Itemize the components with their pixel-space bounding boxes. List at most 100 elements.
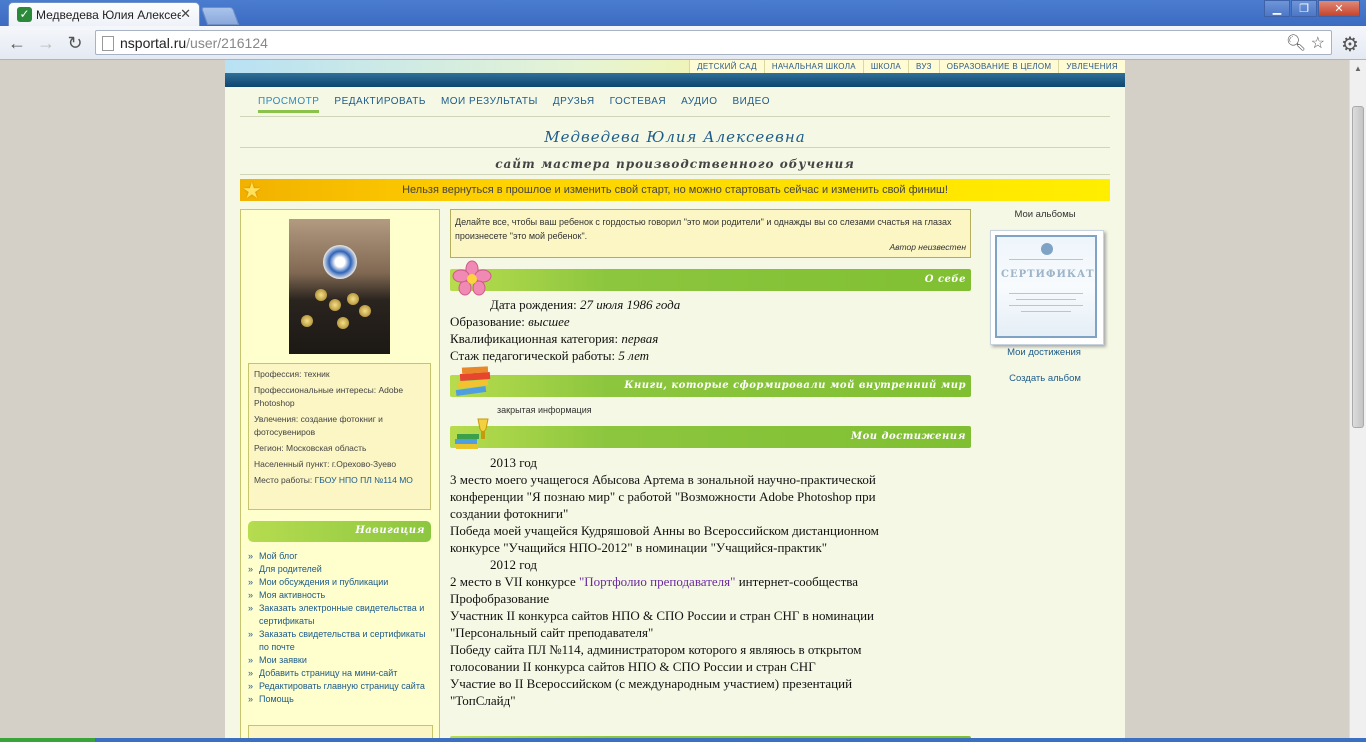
page-icon	[102, 36, 114, 51]
books-section-header: Книги, которые сформировали мой внутренн…	[450, 366, 971, 397]
nav-link-help[interactable]: Помощь	[248, 693, 433, 706]
navigation-links: Мой блог Для родителей Мои обсуждения и …	[248, 550, 433, 706]
hobbies: Увлечения: создание фотокниг и фотосувен…	[254, 414, 383, 437]
profile-photo[interactable]	[289, 219, 390, 354]
divider	[240, 116, 1110, 117]
text-line	[1009, 259, 1083, 260]
motto-banner: ★ Нельзя вернуться в прошлое и изменить …	[240, 178, 1110, 203]
achievement-line: Победу сайта ПЛ №114, администратором ко…	[450, 642, 862, 657]
window-close-button[interactable]: ✕	[1318, 0, 1360, 17]
achievement-line: "ТопСлайд"	[450, 693, 516, 708]
forward-arrow-icon[interactable]: →	[35, 32, 57, 54]
about-section-header: О себе	[450, 260, 971, 296]
achievement-line: "Персональный сайт преподавателя"	[450, 625, 654, 640]
tab-edit[interactable]: РЕДАКТИРОВАТЬ	[334, 96, 426, 113]
address-bar[interactable]: nsportal.ru/user/216124 🔍︎ ☆	[95, 30, 1332, 55]
workplace: Место работы: ГБОУ НПО ПЛ №114 МО	[254, 475, 413, 485]
new-tab-button[interactable]	[200, 7, 240, 25]
achievement-line: 2 место в VII конкурсе "Портфолио препод…	[450, 574, 858, 589]
album-cover[interactable]: СЕРТИФИКАТ	[990, 230, 1104, 345]
medal	[301, 315, 313, 327]
tab-view[interactable]: ПРОСМОТР	[258, 96, 320, 113]
nav-link-discussions[interactable]: Мои обсуждения и публикации	[248, 576, 433, 589]
navigation-header: Навигация	[248, 521, 431, 542]
tab-title: Медведева Юлия Алексее	[36, 8, 181, 22]
left-sidebar: Профессия: техник Профессиональные интер…	[240, 209, 440, 742]
wrench-icon[interactable]: ⚙	[1341, 32, 1359, 57]
start-button[interactable]	[0, 738, 95, 742]
tab-audio[interactable]: АУДИО	[681, 96, 717, 113]
browser-titlebar: ✓ Медведева Юлия Алексее ✕ ▁ ❐ ✕	[0, 0, 1366, 26]
category-link[interactable]: ВУЗ	[908, 60, 939, 73]
browser-toolbar: ← → ↻ nsportal.ru/user/216124 🔍︎ ☆ ⚙	[0, 26, 1366, 60]
achievements-title: Мои достижения	[851, 431, 966, 442]
workplace-link[interactable]: ГБОУ НПО ПЛ №114 МО	[315, 475, 413, 485]
divider	[240, 147, 1110, 148]
flower-icon	[452, 260, 492, 296]
achievements-content: 2013 год 3 место моего учащегося Абысова…	[450, 454, 990, 709]
nav-link-blog[interactable]: Мой блог	[248, 550, 433, 563]
create-album-link[interactable]: Создать альбом	[985, 373, 1105, 384]
browser-tab[interactable]: ✓ Медведева Юлия Алексее ✕	[8, 2, 200, 26]
achievement-line: Победа моей учащейся Кудряшовой Анны во …	[450, 523, 879, 538]
nav-link-activity[interactable]: Моя активность	[248, 589, 433, 602]
achievement-line: Профобразование	[450, 591, 550, 606]
nav-link-e-certificates[interactable]: Заказать электронные свидетельства и сер…	[248, 602, 433, 628]
text-line	[1009, 305, 1083, 306]
category-link[interactable]: ОБРАЗОВАНИЕ В ЦЕЛОМ	[938, 60, 1059, 73]
site-container: ДЕТСКИЙ САД НАЧАЛЬНАЯ ШКОЛА ШКОЛА ВУЗ ОБ…	[225, 60, 1125, 742]
interests: Профессиональные интересы: Adobe Photosh…	[254, 385, 404, 408]
page-scrollbar[interactable]: ▲	[1349, 60, 1366, 742]
tab-friends[interactable]: ДРУЗЬЯ	[553, 96, 595, 113]
url-text: nsportal.ru/user/216124	[120, 35, 268, 51]
close-icon[interactable]: ✕	[180, 6, 191, 22]
sidebar-box	[248, 725, 433, 739]
region: Регион: Московская область	[254, 443, 367, 453]
profile-info: Профессия: техник Профессиональные интер…	[248, 363, 431, 510]
user-name: Медведева Юлия Алексеевна	[544, 128, 806, 146]
nav-link-edit-home[interactable]: Редактировать главную страницу сайта	[248, 680, 433, 693]
reload-icon[interactable]: ↻	[64, 32, 86, 54]
experience: Стаж педагогической работы: 5 лет	[450, 348, 650, 363]
restore-button[interactable]: ❐	[1291, 0, 1317, 17]
page-viewport: ДЕТСКИЙ САД НАЧАЛЬНАЯ ШКОЛА ШКОЛА ВУЗ ОБ…	[0, 60, 1349, 742]
nav-link-requests[interactable]: Мои заявки	[248, 654, 433, 667]
education: Образование: высшее	[450, 314, 570, 329]
minimize-button[interactable]: ▁	[1264, 0, 1290, 17]
quote-author: Автор неизвестен	[889, 242, 966, 252]
decor-plate	[323, 245, 357, 279]
tab-results[interactable]: МОИ РЕЗУЛЬТАТЫ	[441, 96, 538, 113]
tab-guestbook[interactable]: ГОСТЕВАЯ	[610, 96, 667, 113]
achievement-line: 3 место моего учащегося Абысова Артема в…	[450, 472, 876, 487]
nav-link-parents[interactable]: Для родителей	[248, 563, 433, 576]
scroll-thumb[interactable]	[1352, 106, 1364, 428]
achievement-line: Участник II конкурса сайтов НПО & СПО Ро…	[450, 608, 875, 623]
medal	[337, 317, 349, 329]
nav-link-add-page[interactable]: Добавить страницу на мини-сайт	[248, 667, 433, 680]
category-link[interactable]: УВЛЕЧЕНИЯ	[1058, 60, 1125, 73]
category-link[interactable]: ШКОЛА	[862, 60, 908, 73]
achievement-line: конференции "Я познаю мир" с работой "Во…	[450, 489, 876, 504]
divider	[240, 174, 1110, 175]
star-icon[interactable]: ☆	[1311, 35, 1325, 52]
omnibox-icons: 🔍︎ ☆	[1286, 33, 1325, 53]
category-link[interactable]: ДЕТСКИЙ САД	[689, 60, 764, 73]
portfolio-link[interactable]: "Портфолио преподавателя"	[579, 574, 735, 589]
emblem-icon	[1041, 243, 1053, 255]
scroll-up-icon[interactable]: ▲	[1354, 64, 1362, 73]
check-icon: ✓	[17, 7, 32, 22]
year-2013: 2013 год	[490, 455, 537, 470]
books-note: закрытая информация	[497, 405, 592, 415]
window-controls: ▁ ❐ ✕	[1263, 0, 1360, 18]
tab-video[interactable]: ВИДЕО	[733, 96, 771, 113]
zoom-icon[interactable]: 🔍︎	[1286, 35, 1306, 52]
category-link[interactable]: НАЧАЛЬНАЯ ШКОЛА	[763, 60, 863, 73]
medal	[329, 299, 341, 311]
album-link[interactable]: Мои достижения	[984, 347, 1104, 358]
quote-text: Делайте все, чтобы ваш ребенок с гордост…	[455, 217, 952, 241]
back-arrow-icon[interactable]: ←	[6, 32, 28, 54]
nav-link-mail-certificates[interactable]: Заказать свидетельства и сертификаты по …	[248, 628, 433, 654]
year-2012: 2012 год	[490, 557, 537, 572]
profile-nav: ПРОСМОТР РЕДАКТИРОВАТЬ МОИ РЕЗУЛЬТАТЫ ДР…	[258, 96, 785, 113]
text-line	[1016, 299, 1076, 300]
